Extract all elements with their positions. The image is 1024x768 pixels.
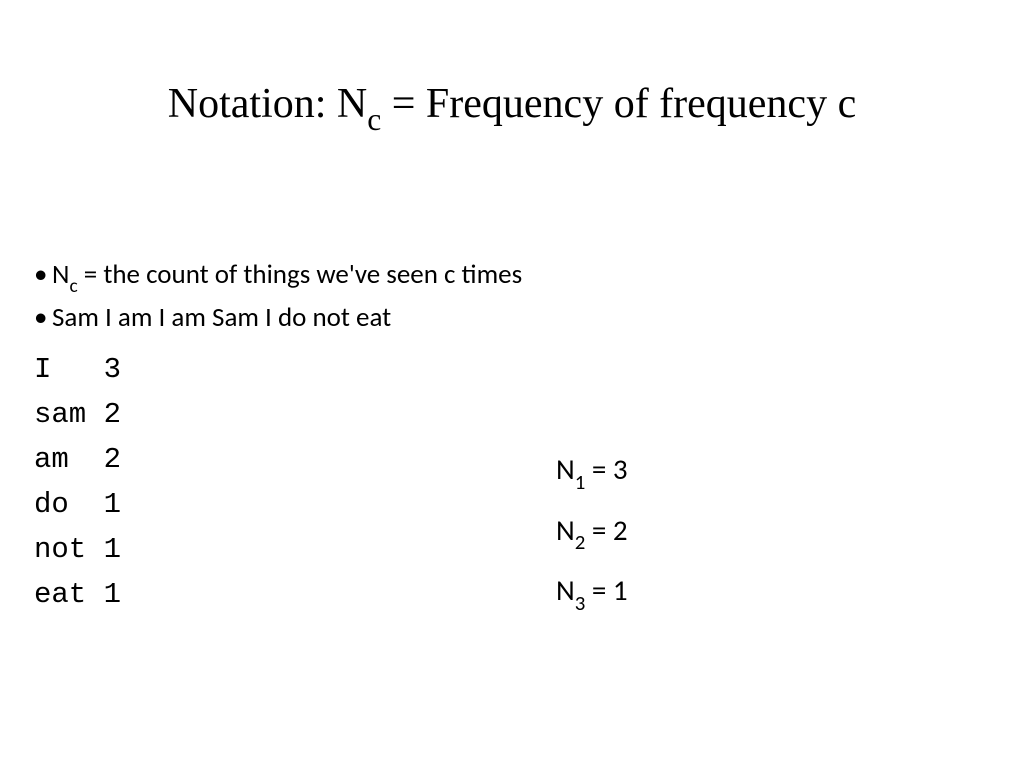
freq-subscript: 1 xyxy=(575,469,586,495)
list-item: sam 2 xyxy=(34,393,121,438)
bullet-item: • Nc = the count of things we've seen c … xyxy=(34,255,522,298)
word: do xyxy=(34,488,69,521)
freq-n: N xyxy=(556,451,575,487)
bullet1-suffix: = the count of things we've seen c times xyxy=(78,258,522,291)
title-prefix: Notation: N xyxy=(168,81,367,127)
count: 3 xyxy=(104,353,121,386)
title-subscript: c xyxy=(367,102,381,137)
slide: Notation: Nc = Frequency of frequency c … xyxy=(0,0,1024,768)
list-item: not 1 xyxy=(34,528,121,573)
freq-n: N xyxy=(556,572,575,608)
bullet-dot-icon: • xyxy=(34,298,52,337)
freq-value: = 1 xyxy=(585,572,627,608)
list-item: do 1 xyxy=(34,483,121,528)
body-bullets: • Nc = the count of things we've seen c … xyxy=(34,255,522,337)
title-suffix: = Frequency of frequency c xyxy=(381,81,856,127)
word: I xyxy=(34,353,51,386)
word: not xyxy=(34,533,86,566)
word: sam xyxy=(34,398,86,431)
count: 2 xyxy=(104,443,121,476)
bullet-item: • Sam I am I am Sam I do not eat xyxy=(34,298,522,337)
list-item: I 3 xyxy=(34,348,121,393)
freq-value: = 3 xyxy=(585,451,627,487)
count: 1 xyxy=(104,533,121,566)
word: am xyxy=(34,443,69,476)
frequency-of-frequency-list: N1 = 3 N2 = 2 N3 = 1 xyxy=(556,440,628,622)
freq-value: = 2 xyxy=(585,512,627,548)
bullet1-subscript: c xyxy=(69,274,77,298)
bullet-text: Sam I am I am Sam I do not eat xyxy=(52,298,391,337)
word: eat xyxy=(34,578,86,611)
bullet-dot-icon: • xyxy=(34,255,52,294)
list-item: am 2 xyxy=(34,438,121,483)
freq-subscript: 3 xyxy=(575,590,586,616)
list-item: N1 = 3 xyxy=(556,440,628,501)
word-count-list: I 3 sam 2 am 2 do 1 not 1 eat 1 xyxy=(34,348,121,618)
count: 2 xyxy=(104,398,121,431)
freq-n: N xyxy=(556,512,575,548)
bullet1-prefix: N xyxy=(52,258,69,291)
list-item: N3 = 1 xyxy=(556,561,628,622)
freq-subscript: 2 xyxy=(575,529,586,555)
count: 1 xyxy=(104,578,121,611)
bullet-text: Nc = the count of things we've seen c ti… xyxy=(52,255,522,298)
slide-title: Notation: Nc = Frequency of frequency c xyxy=(0,80,1024,134)
count: 1 xyxy=(104,488,121,521)
list-item: N2 = 2 xyxy=(556,501,628,562)
list-item: eat 1 xyxy=(34,573,121,618)
